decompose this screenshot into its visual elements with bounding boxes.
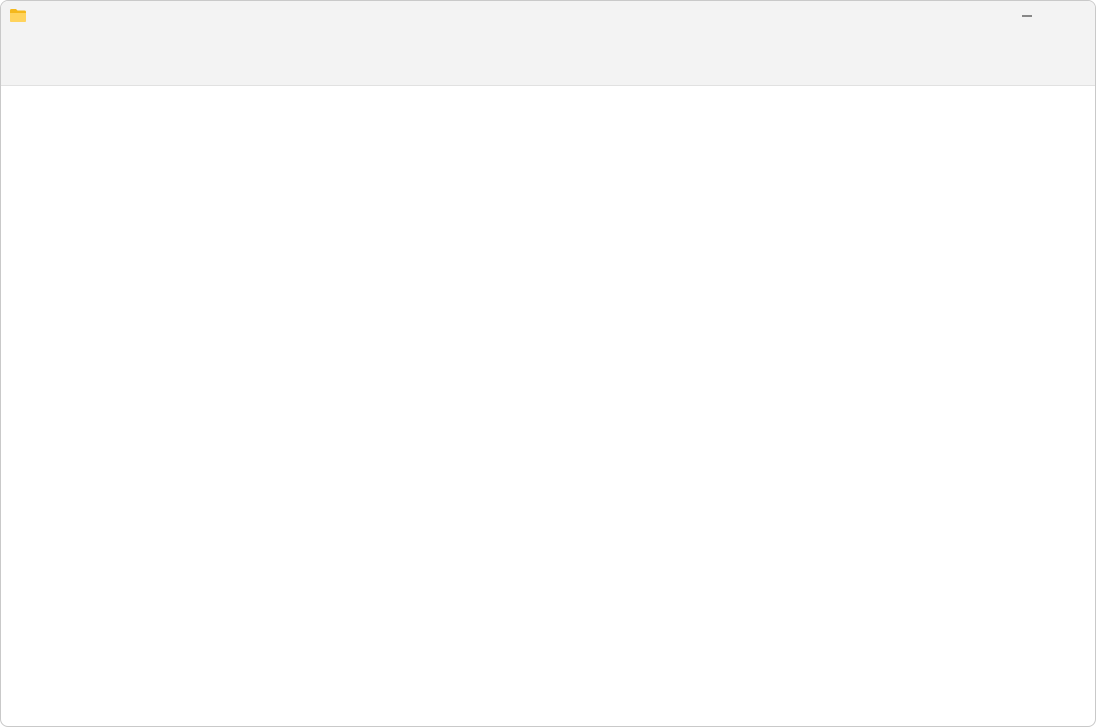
folder-icon	[10, 9, 26, 22]
file-explorer-window	[0, 0, 1096, 727]
title-bar	[1, 1, 1095, 33]
